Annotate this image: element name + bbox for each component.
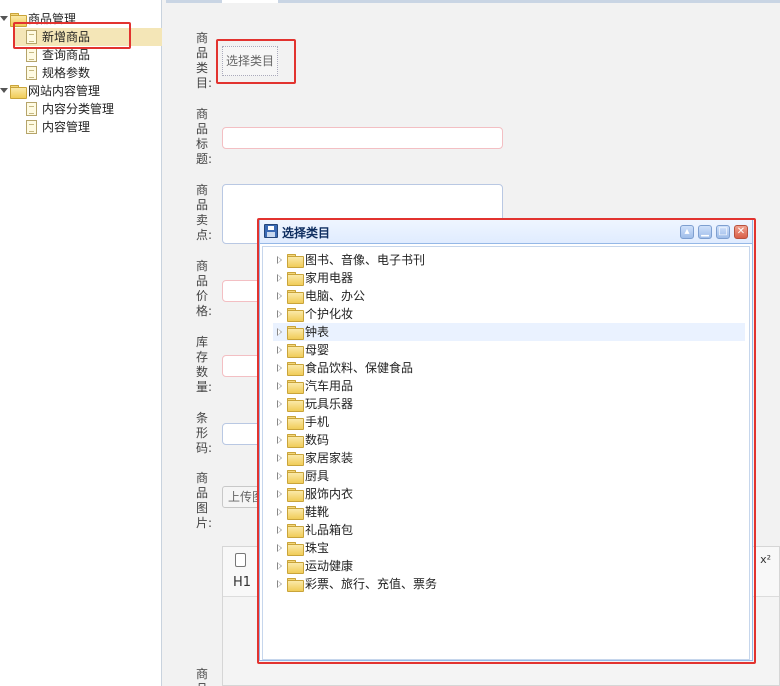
superscript-button[interactable]: x²: [760, 553, 771, 566]
tab-strip: [166, 0, 780, 3]
expanded-arrow-icon[interactable]: [0, 16, 8, 21]
label-price: 商品价格:: [196, 259, 213, 318]
sidebar-tree: 商品管理 新增商品 查询商品 规格参数 网站内容管理 内容分类管理 内容管理: [0, 0, 162, 686]
label-description: 商品: [196, 667, 209, 686]
heading-dropdown[interactable]: H1: [233, 575, 251, 590]
label-image: 商品图片:: [196, 471, 213, 530]
highlight-box-category-button: [216, 39, 296, 84]
file-icon: [26, 66, 37, 80]
label-title: 商品标题:: [196, 107, 213, 166]
label-category: 商品类目:: [196, 31, 213, 90]
label-selling-point: 商品卖点:: [196, 183, 213, 242]
folder-open-icon: [10, 85, 27, 99]
label-stock: 库存数量:: [196, 335, 213, 394]
paste-icon[interactable]: [235, 553, 246, 567]
tab-active[interactable]: [222, 0, 278, 3]
file-icon: [26, 120, 37, 134]
tree-group-label: 网站内容管理: [28, 84, 101, 98]
tree-item-label: 内容分类管理: [42, 102, 115, 116]
tree-item-label: 内容管理: [42, 120, 91, 134]
file-icon: [26, 102, 37, 116]
screen: 商品管理 新增商品 查询商品 规格参数 网站内容管理 内容分类管理 内容管理 商…: [0, 0, 780, 686]
barcode-input[interactable]: [222, 423, 262, 445]
label-barcode: 条形码:: [196, 411, 213, 455]
expanded-arrow-icon[interactable]: [0, 88, 8, 93]
stock-input[interactable]: [222, 355, 262, 377]
file-icon: [26, 48, 37, 62]
title-input[interactable]: [222, 127, 503, 149]
tree-item-label: 规格参数: [42, 66, 91, 80]
highlight-box-add-goods: [13, 22, 131, 49]
price-input[interactable]: [222, 280, 262, 302]
highlight-box-dialog: [257, 218, 756, 664]
